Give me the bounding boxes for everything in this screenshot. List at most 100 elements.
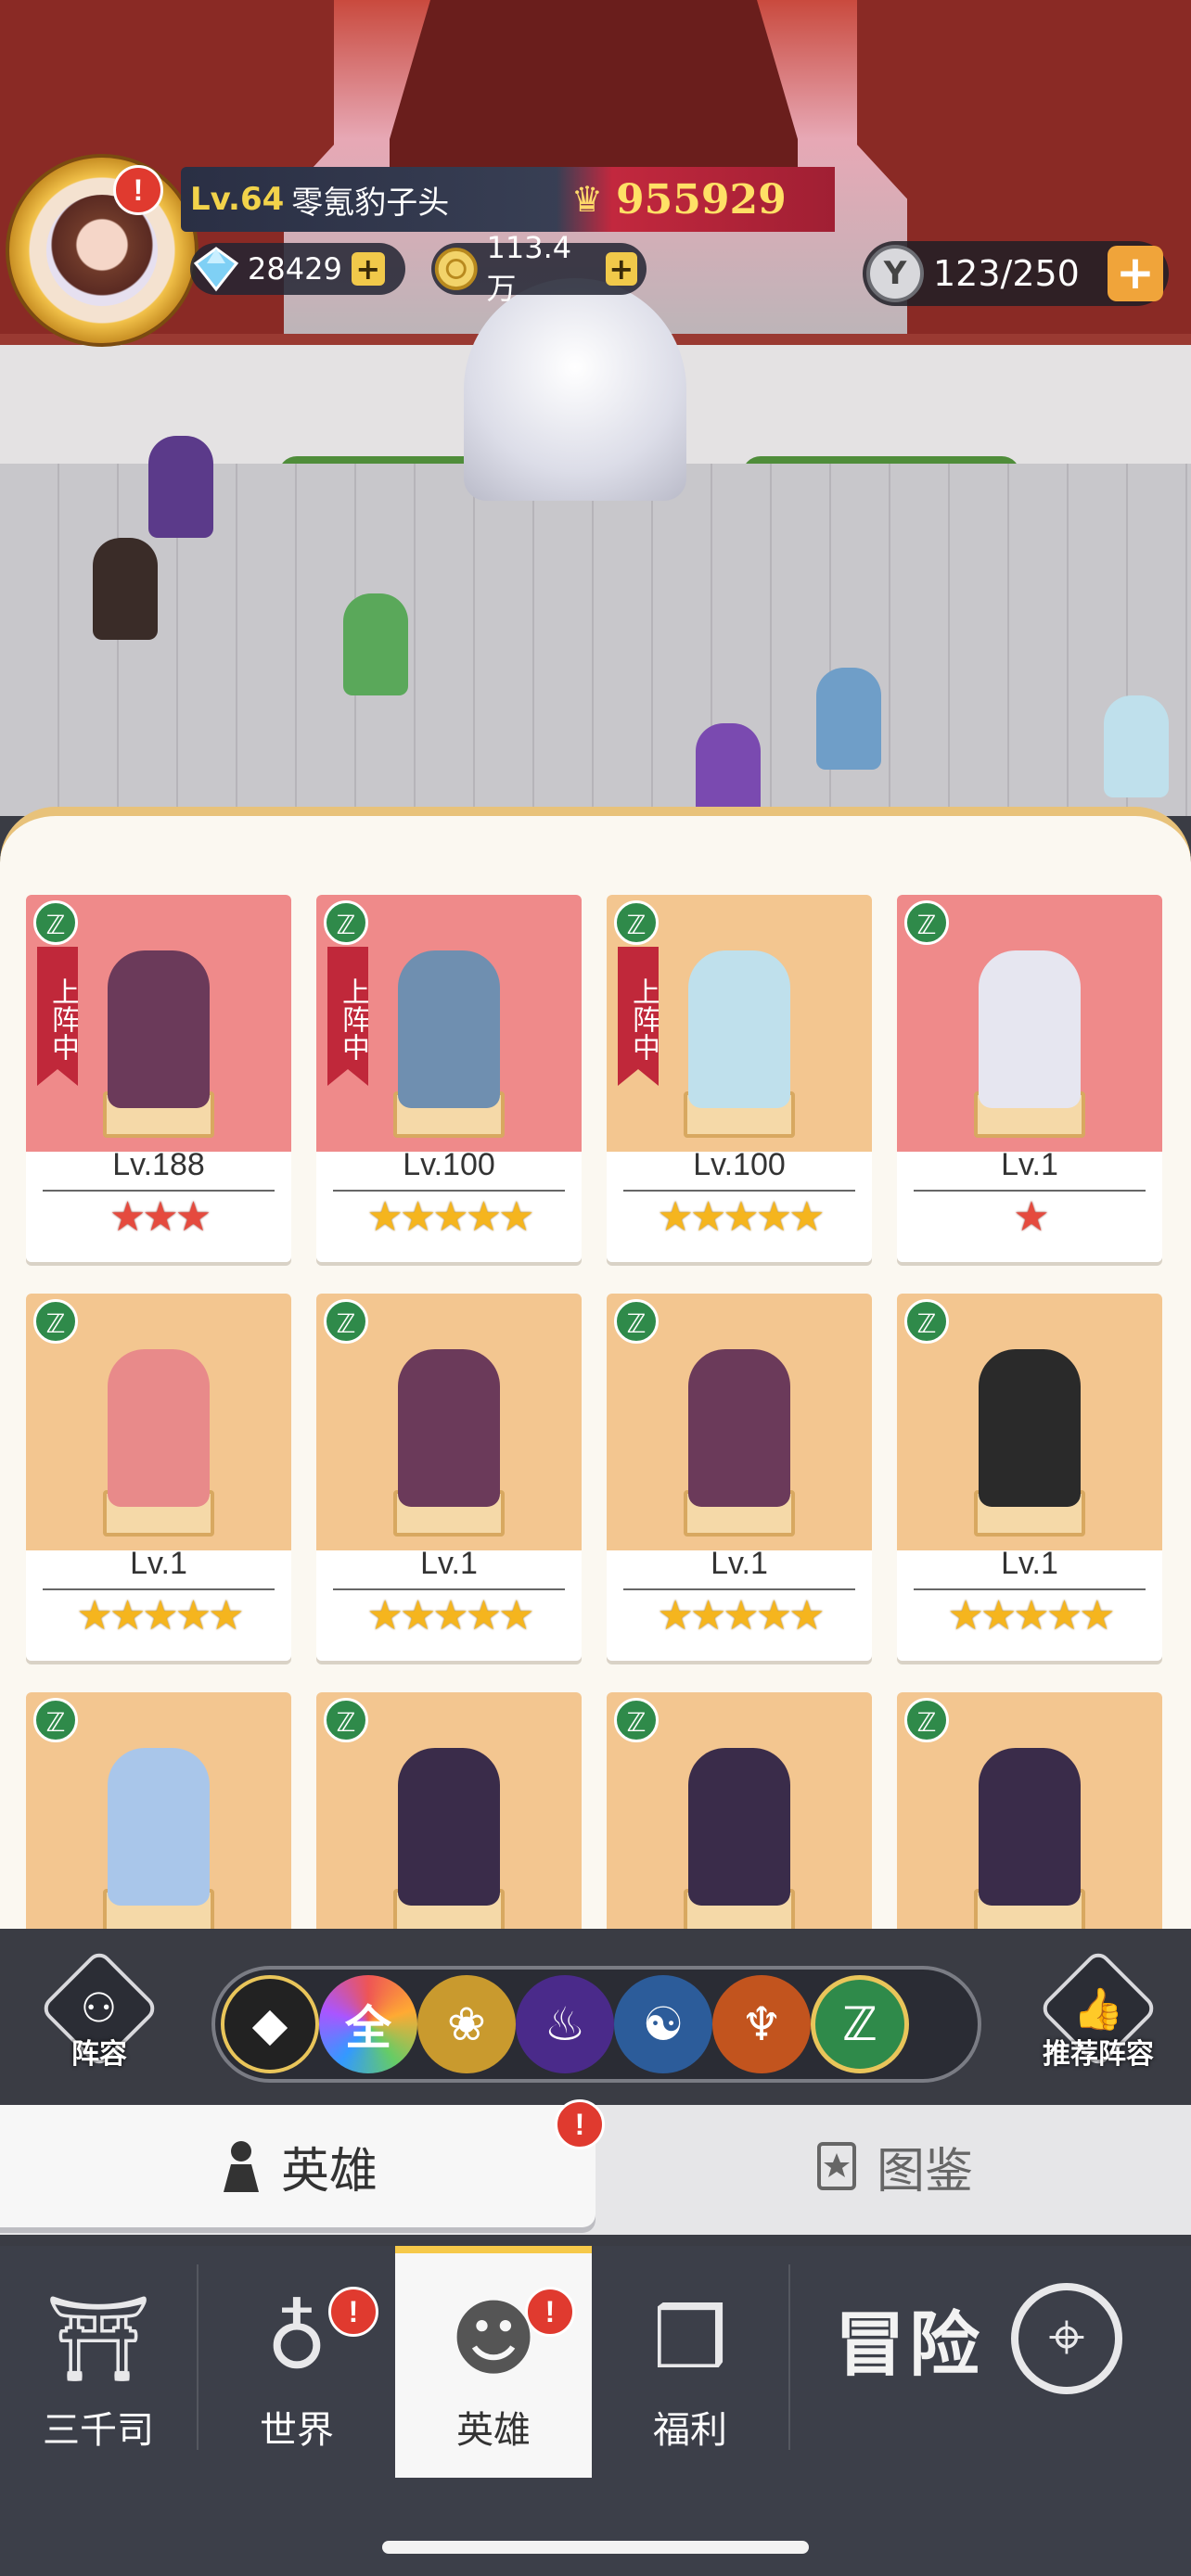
power-crest-icon: ♛ [570, 179, 604, 220]
avatar-alert-icon: ! [113, 165, 163, 215]
gold-balance: 113.4万 + [431, 230, 647, 306]
divider [333, 1190, 565, 1192]
add-diamond-button[interactable]: + [351, 252, 385, 286]
hero-list-panel: ℤ 上阵中 Lv.188 ★★★ ℤ 上阵中 Lv.100 ★★★★★ ℤ 上阵中 Lv.100 ★★… [0, 807, 1191, 1929]
hero-portrait [688, 950, 790, 1108]
hero-portrait [688, 1349, 790, 1507]
dna-icon[interactable]: ℤ [811, 1975, 909, 2073]
faction-all-button[interactable]: 全 [319, 1975, 417, 2073]
heroes-alert-icon: ! [525, 2287, 575, 2337]
hero-card[interactable]: ℤ 上阵中 Lv.100 ★★★★★ [607, 895, 872, 1262]
gold-value: 113.4万 [486, 230, 572, 306]
hero-sprite[interactable] [816, 668, 881, 770]
all-types-icon[interactable]: ◆ [221, 1975, 319, 2073]
purple-flame-icon[interactable]: ♨ [516, 1975, 614, 2073]
lineup-button[interactable]: ⚇ 阵容 [38, 1947, 160, 2086]
player-avatar[interactable] [9, 158, 195, 343]
gift-box-icon: ❒ [652, 2289, 728, 2388]
dna-faction-icon: ℤ [33, 900, 78, 945]
lotus-icon[interactable]: ❀ [417, 1975, 516, 2073]
divider [623, 1190, 855, 1192]
water-swirl-icon[interactable]: ☯ [614, 1975, 712, 2073]
divider [43, 1190, 275, 1192]
hero-card[interactable]: ℤ Lv.1 ★★★★★ [607, 1294, 872, 1661]
codex-book-icon [816, 2142, 856, 2190]
hero-card[interactable]: ℤ [316, 1692, 582, 1929]
tab-heroes[interactable]: 英雄 [0, 2105, 596, 2227]
add-gold-button[interactable]: + [605, 252, 637, 286]
nav-label: 福利 [653, 2409, 727, 2452]
hero-portrait [688, 1748, 790, 1906]
home-indicator[interactable] [382, 2541, 809, 2554]
hero-sprite[interactable] [696, 723, 761, 816]
hero-star-rating: ★ [1013, 1193, 1049, 1241]
hero-portrait [398, 950, 500, 1108]
player-level: Lv.64 [190, 181, 285, 218]
bottom-nav: ⛩ 三千司 ♁ 世界 ! ☻ 英雄 ! ❒ 福利 冒险 ⌖ [0, 2246, 1191, 2576]
dna-faction-icon: ℤ [324, 1299, 368, 1344]
hero-card[interactable]: ℤ Lv.1 ★★★★★ [316, 1294, 582, 1661]
hero-level: Lv.1 [420, 1546, 478, 1581]
world-alert-icon: ! [328, 2287, 378, 2337]
divider [623, 1588, 855, 1590]
divider [43, 1588, 275, 1590]
gold-coin-icon [434, 248, 478, 290]
nav-item-welfare[interactable]: ❒ 福利 [592, 2246, 788, 2478]
combat-power: ♛ 955929 [557, 167, 835, 232]
hero-level: Lv.1 [711, 1546, 768, 1581]
hero-card[interactable]: ℤ [897, 1692, 1162, 1929]
hero-level: Lv.1 [1001, 1147, 1058, 1182]
dna-faction-icon: ℤ [904, 1299, 949, 1344]
hero-portrait [108, 950, 210, 1108]
hero-card[interactable]: ℤ 上阵中 Lv.188 ★★★ [26, 895, 291, 1262]
dna-faction-icon: ℤ [33, 1299, 78, 1344]
filter-bar: ⚇ 阵容 ◆ 全 ❀ ♨ ☯ ♆ ℤ 👍 推荐阵容 [0, 1929, 1191, 2114]
hero-star-rating: ★★★★★ [947, 1592, 1115, 1639]
player-name: 零氪豹子头 [291, 184, 450, 222]
nav-divider [788, 2264, 790, 2450]
nav-item-heroes[interactable]: ☻ 英雄 [395, 2246, 592, 2485]
expand-capacity-button[interactable]: + [1108, 246, 1163, 301]
hero-card[interactable]: ℤ [26, 1692, 291, 1929]
nav-label: 英雄 [456, 2409, 531, 2452]
dna-faction-icon: ℤ [904, 1698, 949, 1742]
dna-faction-icon: ℤ [614, 1698, 659, 1742]
hero-star-rating: ★★★★★ [366, 1592, 534, 1639]
hero-star-rating: ★★★★★ [76, 1592, 244, 1639]
hero-sprite[interactable] [93, 538, 158, 640]
hero-tabs: 英雄 ! 图鉴 [0, 2099, 1191, 2235]
hero-sprite[interactable] [343, 593, 408, 695]
hero-portrait [108, 1349, 210, 1507]
hero-card[interactable]: ℤ 上阵中 Lv.100 ★★★★★ [316, 895, 582, 1262]
diamond-value: 28429 [248, 251, 342, 287]
fire-meditation-icon[interactable]: ♆ [712, 1975, 811, 2073]
dna-faction-icon: ℤ [324, 1698, 368, 1742]
nav-item-sanqiansi[interactable]: ⛩ 三千司 [0, 2246, 197, 2478]
nav-item-world[interactable]: ♁ 世界 [198, 2246, 395, 2478]
hero-sprite[interactable] [1104, 695, 1169, 797]
hero-capacity-value: 123/250 [933, 253, 1080, 294]
dna-faction-icon: ℤ [33, 1698, 78, 1742]
hero-card[interactable]: ℤ Lv.1 ★ [897, 895, 1162, 1262]
hero-portrait [398, 1349, 500, 1507]
hero-card[interactable]: ℤ Lv.1 ★★★★★ [897, 1294, 1162, 1661]
nav-label: 世界 [260, 2409, 334, 2452]
hero-level: Lv.1 [1001, 1546, 1058, 1581]
hero-level: Lv.100 [403, 1147, 495, 1182]
dna-faction-icon: ℤ [614, 1299, 659, 1344]
hero-star-rating: ★★★ [109, 1193, 211, 1241]
diamond-icon [193, 247, 239, 292]
nav-label: 三千司 [43, 2409, 154, 2452]
hero-card[interactable]: ℤ Lv.1 ★★★★★ [26, 1294, 291, 1661]
tab-codex-label: 图鉴 [876, 2143, 973, 2200]
hero-sprite[interactable] [148, 436, 213, 538]
adventure-button[interactable]: 冒险 ⌖ [835, 2283, 1122, 2394]
hero-card[interactable]: ℤ [607, 1692, 872, 1929]
tab-codex[interactable]: 图鉴 [596, 2105, 1191, 2227]
divider [333, 1588, 565, 1590]
divider [914, 1588, 1146, 1590]
temple-roof-right [857, 0, 1191, 362]
hero-star-rating: ★★★★★ [657, 1193, 825, 1241]
fox-statue [464, 278, 686, 501]
recommend-lineup-button[interactable]: 👍 推荐阵容 [1024, 1947, 1172, 2086]
